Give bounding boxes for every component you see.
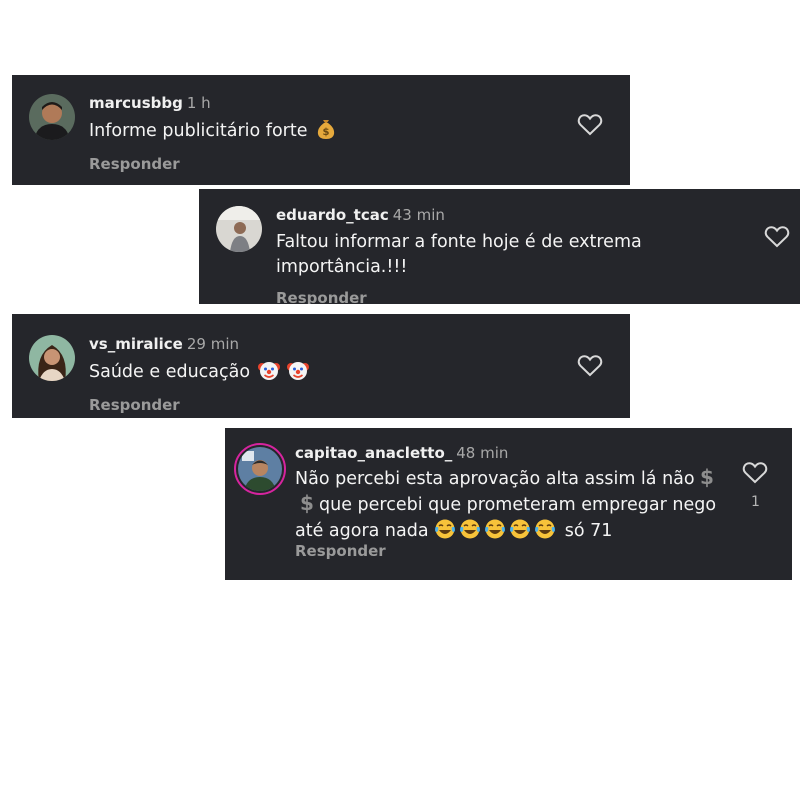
comment-card-marcusbbg: marcusbbg 1 h Informe publicitário forte … xyxy=(12,75,630,185)
like-heart-icon[interactable] xyxy=(742,461,768,485)
comment-header: eduardo_tcac 43 min xyxy=(276,206,445,224)
timestamp: 43 min xyxy=(392,206,445,224)
comment-text-line: Não percebi esta aprovação alta assim lá… xyxy=(295,469,695,489)
comment-header: capitao_anacletto_ 48 min xyxy=(295,444,508,462)
timestamp: 1 h xyxy=(186,94,211,112)
avatar[interactable] xyxy=(29,94,75,140)
comment-card-capitao_anacletto_: capitao_anacletto_ 48 min Não percebi est… xyxy=(225,428,792,580)
comment-text: Não percebi esta aprovação alta assim lá… xyxy=(295,466,735,544)
comment-header: vs_miralice 29 min xyxy=(89,335,239,353)
comment-text-line: que percebi que prometeram empregar nego xyxy=(319,495,717,515)
like-heart-icon[interactable] xyxy=(577,354,603,378)
username[interactable]: marcusbbg xyxy=(89,94,183,112)
reply-button[interactable]: Responder xyxy=(295,542,386,560)
comment-card-vs_miralice: vs_miralice 29 min Saúde e educação Respo… xyxy=(12,314,630,418)
clown-face-icon xyxy=(287,359,310,381)
avatar-with-story-ring[interactable] xyxy=(234,443,286,495)
timestamp: 48 min xyxy=(456,444,509,462)
username[interactable]: eduardo_tcac xyxy=(276,206,389,224)
like-heart-icon[interactable] xyxy=(577,113,603,137)
reply-button[interactable]: Responder xyxy=(89,396,180,414)
svg-text:$: $ xyxy=(700,466,714,488)
tears-of-joy-icon xyxy=(434,518,456,540)
tears-of-joy-icon xyxy=(484,518,506,540)
tears-of-joy-icon xyxy=(459,518,481,540)
comment-text-line: Faltou informar a fonte hoje é de extrem… xyxy=(276,232,642,252)
reply-button[interactable]: Responder xyxy=(276,289,367,304)
comment-text-line: só 71 xyxy=(564,521,613,541)
dollar-sign-icon: $ xyxy=(699,466,715,488)
comment-text: Faltou informar a fonte hoje é de extrem… xyxy=(276,230,642,280)
reply-button[interactable]: Responder xyxy=(89,155,180,173)
username[interactable]: capitao_anacletto_ xyxy=(295,444,452,462)
tears-of-joy-icon xyxy=(509,518,531,540)
username[interactable]: vs_miralice xyxy=(89,335,183,353)
comment-text: Informe publicitário forte $ xyxy=(89,118,336,144)
svg-text:$: $ xyxy=(300,492,314,514)
svg-text:$: $ xyxy=(323,127,330,138)
avatar[interactable] xyxy=(29,335,75,381)
comment-card-eduardo_tcac: eduardo_tcac 43 min Faltou informar a fon… xyxy=(199,189,800,304)
timestamp: 29 min xyxy=(186,335,240,353)
comment-text-line: importância.!!! xyxy=(276,257,408,277)
comment-text: Saúde e educação xyxy=(89,359,310,385)
avatar[interactable] xyxy=(216,206,262,252)
tears-of-joy-icon xyxy=(534,518,556,540)
clown-face-icon xyxy=(257,359,280,381)
like-count: 1 xyxy=(751,494,760,510)
dollar-sign-icon: $ xyxy=(299,492,315,514)
comment-text-body: Informe publicitário forte xyxy=(89,121,308,141)
comment-header: marcusbbg 1 h xyxy=(89,94,211,112)
like-heart-icon[interactable] xyxy=(764,225,790,249)
comment-text-body: Saúde e educação xyxy=(89,362,251,382)
comment-text-line: até agora nada xyxy=(295,521,429,541)
money-bag-icon: $ xyxy=(316,118,336,140)
